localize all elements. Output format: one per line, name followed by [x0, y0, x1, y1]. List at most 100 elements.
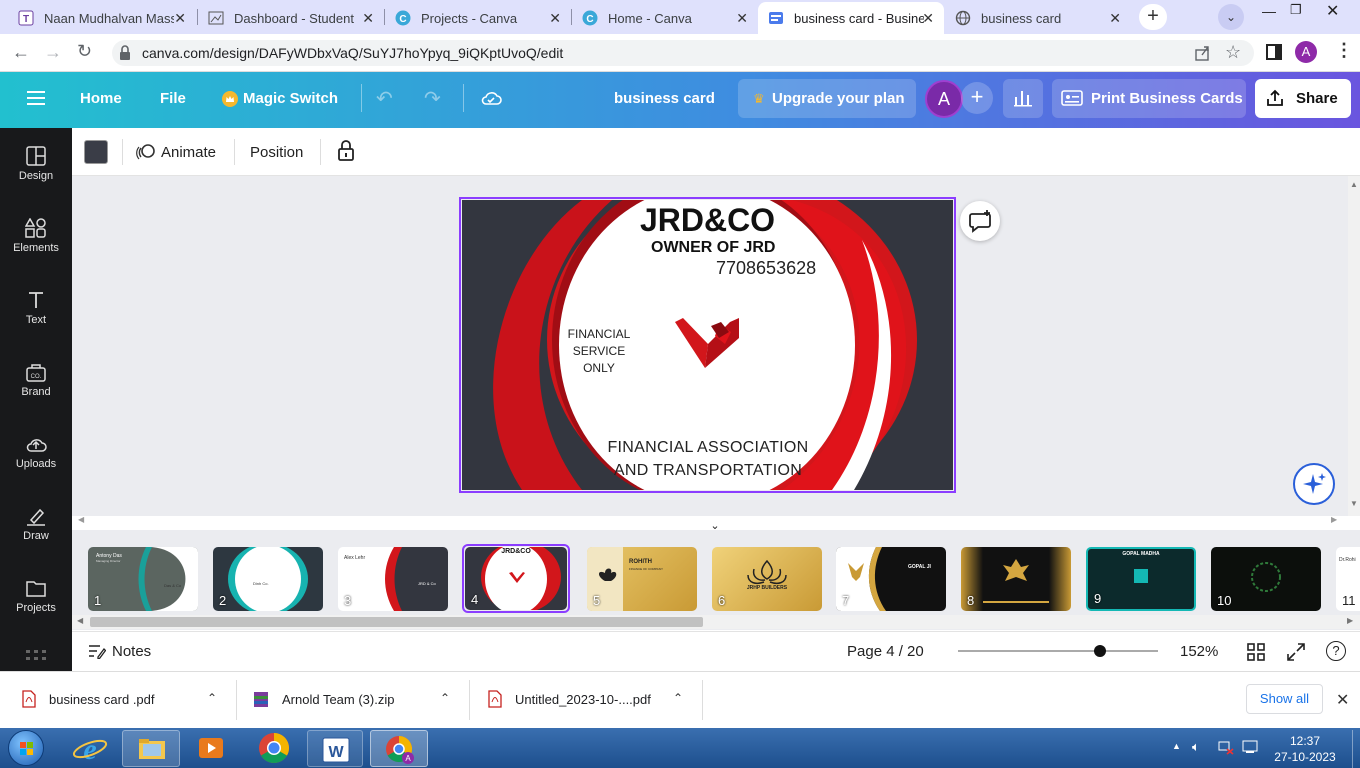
vertical-scrollbar[interactable]	[1348, 176, 1360, 516]
media-player-icon[interactable]	[196, 733, 226, 763]
page-thumbnail-5[interactable]: ROHITH FINANCE OF COMPANY 5	[587, 547, 697, 611]
apps-grid-icon[interactable]	[26, 650, 46, 662]
service-text[interactable]: FINANCIAL SERVICE ONLY	[559, 326, 639, 377]
design-title[interactable]: business card	[614, 90, 715, 107]
download-item-name[interactable]: business card .pdf	[49, 692, 155, 707]
taskbar-word-button[interactable]: W	[307, 730, 363, 767]
horizontal-scrollbar-thumb[interactable]	[90, 617, 703, 627]
new-tab-plus-icon[interactable]: +	[1139, 4, 1167, 30]
position-button[interactable]: Position	[250, 144, 303, 161]
network-icon[interactable]	[1218, 739, 1234, 755]
zoom-slider-track[interactable]	[958, 650, 1158, 652]
hamburger-menu-icon[interactable]	[27, 90, 45, 106]
close-tab-icon[interactable]: ✕	[362, 10, 374, 27]
forward-arrow-icon[interactable]: →	[44, 42, 62, 63]
page-thumbnail-6[interactable]: JRHP BUILDERS 6	[712, 547, 822, 611]
collaborator-avatar[interactable]: A	[925, 80, 963, 118]
phone-number[interactable]: 7708653628	[716, 258, 816, 279]
sidebar-item-draw[interactable]: Draw	[0, 506, 72, 542]
download-options-chevron-icon[interactable]: ⌃	[440, 691, 450, 705]
lock-icon[interactable]	[119, 45, 131, 61]
page-thumbnail-9[interactable]: GOPAL MADHA 9	[1086, 547, 1196, 611]
browser-tab-projects-canva[interactable]: C Projects - Canva ✕	[385, 2, 571, 34]
sidebar-item-design[interactable]: Design	[0, 146, 72, 182]
page-thumbnail-11[interactable]: Dr.Rohi 11	[1336, 547, 1360, 611]
url-text[interactable]: canva.com/design/DAFyWDbxVaQ/SuYJ7hoYpyq…	[142, 45, 563, 61]
browser-tab-dashboard[interactable]: Dashboard - Student ✕	[198, 2, 384, 34]
reload-icon[interactable]: ↻	[77, 41, 92, 62]
show-desktop-button[interactable]	[1352, 730, 1360, 768]
lock-icon[interactable]	[337, 140, 355, 162]
bookmark-star-icon[interactable]: ☆	[1225, 42, 1241, 63]
page-thumbnail-1[interactable]: Antony Das Managing Director Das & Co 1	[88, 547, 198, 611]
share-page-icon[interactable]	[1194, 44, 1212, 62]
sidebar-item-elements[interactable]: Elements	[0, 218, 72, 254]
browser-tab-business-card-active[interactable]: business card - Busines ✕	[758, 2, 944, 34]
close-downloads-icon[interactable]: ✕	[1336, 690, 1349, 710]
internet-explorer-icon[interactable]: e	[70, 731, 110, 765]
add-comment-button[interactable]	[960, 201, 1000, 241]
close-tab-icon[interactable]: ✕	[549, 10, 561, 27]
close-tab-icon[interactable]: ✕	[736, 10, 748, 27]
magic-switch-button[interactable]: Magic Switch	[243, 90, 338, 107]
home-button[interactable]: Home	[80, 90, 122, 107]
page-thumbnail-7[interactable]: GOPAL JI 7	[836, 547, 946, 611]
file-menu-button[interactable]: File	[160, 90, 186, 107]
page-thumbnail-8[interactable]: 8	[961, 547, 1071, 611]
close-window-icon[interactable]: ✕	[1326, 1, 1339, 21]
restore-window-icon[interactable]: ❐	[1290, 2, 1302, 18]
tab-search-chevron-icon[interactable]: ⌄	[1218, 4, 1244, 30]
help-question-icon[interactable]: ?	[1326, 641, 1346, 661]
start-button[interactable]	[8, 730, 44, 766]
back-arrow-icon[interactable]: ←	[12, 42, 30, 63]
business-card-design[interactable]: JRD&CO OWNER OF JRD 7708653628 FINANCIAL…	[462, 200, 953, 490]
minimize-window-icon[interactable]: —	[1262, 3, 1276, 19]
cloud-saved-icon[interactable]	[480, 89, 502, 107]
side-panel-icon[interactable]	[1266, 44, 1282, 60]
sidebar-item-brand[interactable]: CO. Brand	[0, 362, 72, 398]
page-thumbnail-3[interactable]: Alex Lehr JRD & Co 3	[338, 547, 448, 611]
page-thumbnail-10[interactable]: 10	[1211, 547, 1321, 611]
tagline-text[interactable]: FINANCIAL ASSOCIATION AND TRANSPORTATION	[582, 436, 834, 482]
download-item-name[interactable]: Arnold Team (3).zip	[282, 692, 394, 707]
sidebar-item-projects[interactable]: Projects	[0, 578, 72, 614]
chrome-icon[interactable]	[258, 732, 290, 764]
add-collaborator-plus-icon[interactable]: +	[961, 82, 993, 114]
zoom-slider-handle[interactable]	[1094, 645, 1106, 657]
action-center-flag-icon[interactable]	[1242, 739, 1258, 755]
owner-title[interactable]: OWNER OF JRD	[651, 239, 775, 257]
zoom-level[interactable]: 152%	[1180, 643, 1218, 660]
grid-view-icon[interactable]	[1247, 643, 1265, 661]
browser-tab-home-canva[interactable]: C Home - Canva ✕	[572, 2, 758, 34]
browser-tab-naan-mudhalvan[interactable]: T Naan Mudhalvan Mass ✕	[8, 2, 196, 34]
page-thumbnail-4[interactable]: JRD&CO 4	[465, 547, 567, 610]
volume-icon[interactable]: 🔈︎	[1192, 739, 1200, 755]
browser-tab-business-card[interactable]: business card ✕	[945, 2, 1131, 34]
download-item-name[interactable]: Untitled_2023-10-....pdf	[515, 692, 651, 707]
show-all-downloads-button[interactable]: Show all	[1246, 684, 1323, 714]
download-options-chevron-icon[interactable]: ⌃	[207, 691, 217, 705]
magic-assistant-button[interactable]	[1293, 463, 1335, 505]
taskbar-explorer-button[interactable]	[122, 730, 180, 767]
page-thumbnail-2[interactable]: Dinh Co. 2	[213, 547, 323, 611]
close-tab-icon[interactable]: ✕	[922, 10, 934, 27]
close-tab-icon[interactable]: ✕	[174, 10, 186, 27]
browser-menu-kebab-icon[interactable]: ⋮	[1335, 40, 1353, 61]
download-options-chevron-icon[interactable]: ⌃	[673, 691, 683, 705]
system-clock[interactable]: 12:37 27-10-2023	[1270, 733, 1340, 765]
sidebar-item-text[interactable]: Text	[0, 290, 72, 326]
fullscreen-expand-icon[interactable]	[1287, 643, 1305, 661]
undo-icon[interactable]: ↶	[376, 86, 393, 111]
color-swatch[interactable]	[84, 140, 108, 164]
globe-icon	[955, 10, 971, 26]
notes-button[interactable]: Notes	[112, 643, 151, 660]
show-hidden-icons-icon[interactable]: ▲	[1172, 741, 1181, 751]
sidebar-item-uploads[interactable]: Uploads	[0, 434, 72, 470]
taskbar-chrome-active-button[interactable]: A	[370, 730, 428, 767]
profile-avatar[interactable]: A	[1295, 41, 1317, 63]
close-tab-icon[interactable]: ✕	[1109, 10, 1121, 27]
animate-button[interactable]: Animate	[161, 144, 216, 161]
company-name[interactable]: JRD&CO	[462, 202, 953, 239]
page-indicator[interactable]: Page 4 / 20	[847, 643, 924, 660]
redo-icon[interactable]: ↷	[424, 86, 441, 111]
